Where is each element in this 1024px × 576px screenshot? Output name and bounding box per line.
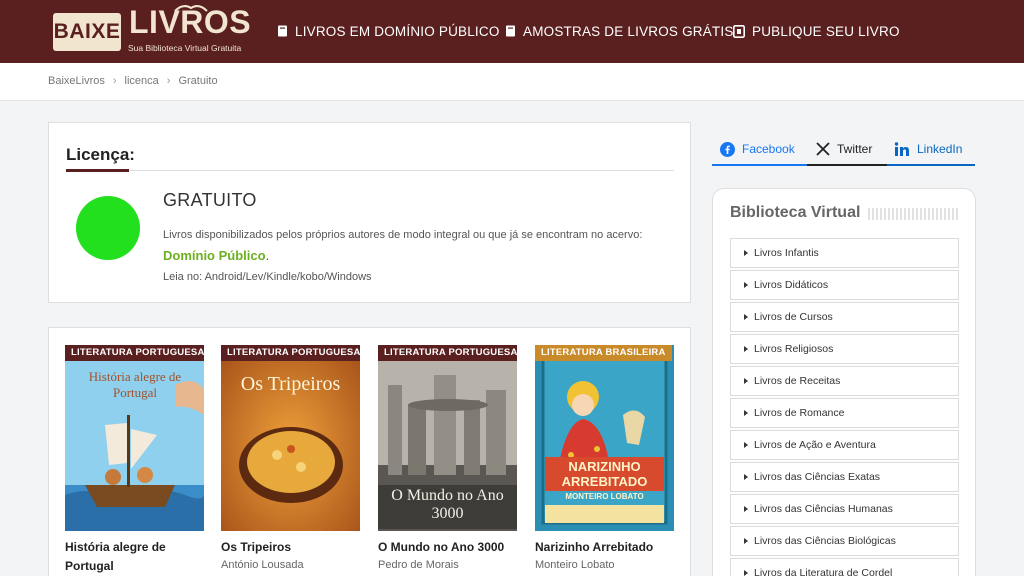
sidebar-item[interactable]: Livros de Romance — [730, 398, 959, 428]
sidebar-item-label: Livros da Literatura de Cordel — [754, 567, 893, 576]
book-cover[interactable]: LITERATURA PORTUGUESA História alegre de… — [65, 345, 204, 531]
breadcrumb-current: Gratuito — [178, 75, 218, 87]
book-cover[interactable]: LITERATURA PORTUGUESA O Mundo no Ano 300… — [378, 345, 517, 531]
breadcrumb-bar: BaixeLivros › licenca › Gratuito — [0, 63, 1024, 101]
sidebar-item[interactable]: Livros Religiosos — [730, 334, 959, 364]
sidebar-item[interactable]: Livros de Receitas — [730, 366, 959, 396]
license-read-on: Leia no: Android/Lev/Kindle/kobo/Windows — [163, 271, 372, 283]
breadcrumb-licenca[interactable]: licenca — [125, 75, 159, 87]
book-icon — [278, 25, 287, 37]
book-cover[interactable]: LITERATURA PORTUGUESA Os Tripeiros — [221, 345, 360, 531]
sidebar-item-label: Livros das Ciências Humanas — [754, 503, 893, 515]
breadcrumb-separator: › — [112, 75, 117, 87]
open-book-icon — [174, 5, 208, 12]
site-header: BAIXE LIVROS Sua Biblioteca Virtual Grat… — [0, 0, 1024, 63]
license-description: Livros disponibilizados pelos próprios a… — [163, 229, 643, 241]
share-linkedin-button[interactable]: LinkedIn — [887, 139, 975, 166]
nav-amostras-gratis[interactable]: AMOSTRAS DE LIVROS GRÁTIS — [505, 21, 734, 41]
cover-author-text: MONTEIRO LOBATO — [565, 492, 644, 501]
book-author[interactable]: Pedro de Morais — [378, 559, 459, 571]
sidebar-item-label: Livros Didáticos — [754, 279, 829, 291]
book-title[interactable]: O Mundo no Ano 3000 — [378, 538, 528, 557]
linkedin-label: LinkedIn — [917, 142, 963, 156]
heading-divider — [66, 170, 674, 171]
cover-title-text: Os Tripeiros — [240, 373, 341, 395]
category-badge[interactable]: LITERATURA PORTUGUESA — [221, 345, 360, 361]
sidebar-item-label: Livros de Receitas — [754, 375, 841, 387]
sidebar-item[interactable]: Livros das Ciências Exatas — [730, 462, 959, 492]
book-title[interactable]: Narizinho Arrebitado — [535, 538, 685, 557]
title-decoration — [868, 208, 959, 220]
sidebar-item[interactable]: Livros Infantis — [730, 238, 959, 268]
nav-label: LIVROS EM DOMÍNIO PÚBLICO — [295, 23, 500, 39]
twitter-label: Twitter — [837, 142, 873, 156]
sidebar-item[interactable]: Livros de Ação e Aventura — [730, 430, 959, 460]
cover-title-text: O Mundo no Ano 3000 — [391, 487, 504, 522]
category-badge[interactable]: LITERATURA BRASILEIRA — [535, 345, 672, 361]
heading-accent — [66, 169, 129, 172]
dominio-publico-link[interactable]: Domínio Público — [163, 248, 266, 263]
sidebar-item[interactable]: Livros da Literatura de Cordel — [730, 558, 959, 576]
facebook-icon — [720, 142, 735, 157]
license-heading: Licença: — [66, 145, 135, 164]
link-suffix: . — [265, 248, 270, 263]
book-author[interactable]: António Lousada — [221, 559, 304, 571]
book-cover-art — [535, 345, 674, 531]
nav-label: PUBLIQUE SEU LIVRO — [752, 23, 900, 39]
book-title[interactable]: História alegre de Portugal — [65, 538, 215, 576]
book-cover[interactable]: LITERATURA BRASILEIRA Narizinho Arrebita… — [535, 345, 674, 531]
license-name: GRATUITO — [163, 190, 257, 210]
breadcrumb-separator: › — [166, 75, 171, 87]
logo-badge: BAIXE — [53, 13, 121, 51]
breadcrumb-home[interactable]: BaixeLivros — [48, 75, 105, 87]
sidebar-item[interactable]: Livros das Ciências Biológicas — [730, 526, 959, 556]
category-badge[interactable]: LITERATURA PORTUGUESA — [378, 345, 517, 361]
sidebar-item-label: Livros de Romance — [754, 407, 845, 419]
sidebar-item[interactable]: Livros Didáticos — [730, 270, 959, 300]
book-author[interactable]: Monteiro Lobato — [535, 559, 615, 571]
breadcrumb: BaixeLivros › licenca › Gratuito — [48, 75, 218, 87]
sidebar-item-label: Livros Religiosos — [754, 343, 834, 355]
license-color-indicator — [76, 196, 140, 260]
share-twitter-button[interactable]: Twitter — [807, 139, 887, 166]
sidebar-item[interactable]: Livros de Cursos — [730, 302, 959, 332]
site-logo[interactable]: BAIXE LIVROS Sua Biblioteca Virtual Grat… — [53, 4, 251, 56]
sidebar-item-label: Livros de Cursos — [754, 311, 833, 323]
book-title[interactable]: Os Tripeiros — [221, 538, 371, 557]
book-icon — [506, 25, 515, 37]
sidebar-title: Biblioteca Virtual — [730, 204, 861, 221]
sidebar-item-label: Livros das Ciências Biológicas — [754, 535, 896, 547]
share-facebook-button[interactable]: Facebook — [712, 139, 807, 166]
license-card: Licença: GRATUITO Livros disponibilizado… — [48, 122, 691, 303]
logo-tagline: Sua Biblioteca Virtual Gratuita — [128, 43, 242, 53]
license-link-wrapper: Domínio Público. — [163, 248, 269, 263]
facebook-label: Facebook — [742, 142, 795, 156]
sidebar-biblioteca: Biblioteca Virtual Livros Infantis Livro… — [712, 188, 976, 576]
nav-dominio-publico[interactable]: LIVROS EM DOMÍNIO PÚBLICO — [277, 21, 500, 41]
sidebar-item[interactable]: Livros das Ciências Humanas — [730, 494, 959, 524]
nav-label: AMOSTRAS DE LIVROS GRÁTIS — [523, 23, 734, 39]
cover-title-text: História alegre de Portugal — [88, 369, 182, 400]
category-badge[interactable]: LITERATURA PORTUGUESA — [65, 345, 204, 361]
nav-publique-livro[interactable]: PUBLIQUE SEU LIVRO — [733, 21, 900, 41]
x-twitter-icon — [816, 142, 830, 156]
upload-book-icon — [733, 24, 745, 38]
linkedin-icon — [894, 142, 909, 156]
cover-title-text: Narizinho Arrebitado — [561, 459, 648, 489]
sidebar-item-label: Livros Infantis — [754, 247, 819, 259]
sidebar-item-label: Livros das Ciências Exatas — [754, 471, 881, 483]
sidebar-item-label: Livros de Ação e Aventura — [754, 439, 876, 451]
